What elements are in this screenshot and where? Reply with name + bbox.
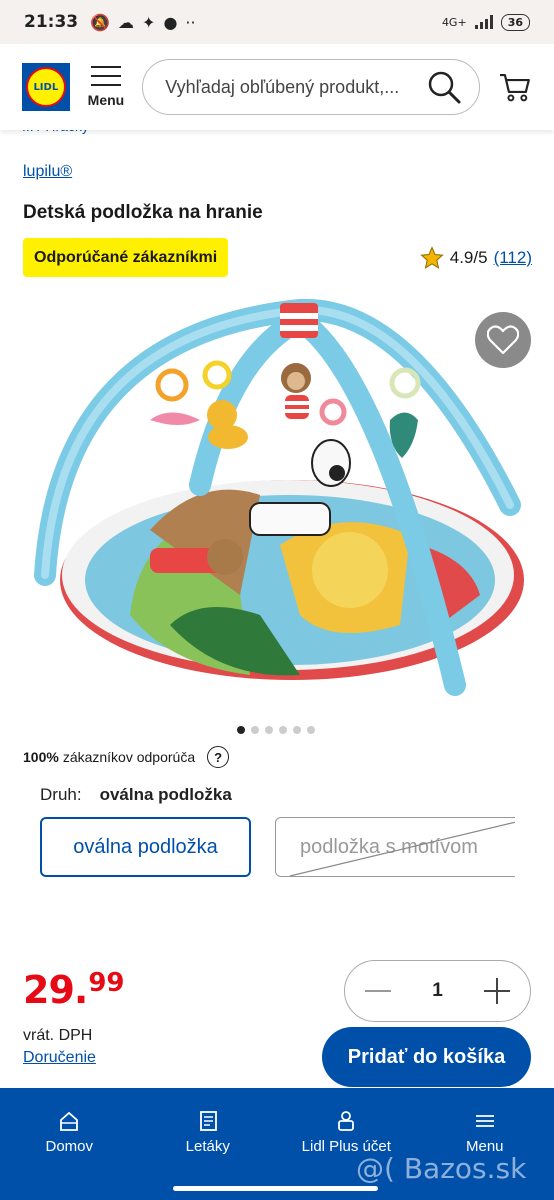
pagination-dot[interactable] [279,726,287,734]
search-placeholder: Vyhľadaj obľúbený produkt,... [165,76,400,97]
help-icon[interactable]: ? [207,746,230,768]
search-icon[interactable] [427,70,461,104]
pagination-dot[interactable] [293,726,301,734]
watermark: @( Bazos.sk [356,1152,527,1185]
variant-label-row: Druh: oválna podložka [40,785,232,805]
image-pagination[interactable] [237,726,315,734]
search-input[interactable]: Vyhľadaj obľúbený produkt,... [142,59,481,115]
weather-icon: ✦ [142,12,156,32]
nav-home-label: Domov [45,1138,93,1155]
add-to-cart-button[interactable]: Pridať do košíka [322,1027,531,1087]
product-image[interactable] [0,295,554,715]
product-title: Detská podložka na hranie [23,202,263,223]
price-main: 29. [23,968,88,1012]
review-count-link[interactable]: (112) [494,248,532,268]
app-header: LIDL Menu Vyhľadaj obľúbený produkt,... [0,44,554,130]
menu-icon [475,1115,494,1127]
rating[interactable]: 4.9/5 (112) [420,246,532,270]
quantity-value[interactable]: 1 [432,980,443,1002]
leaflet-icon [199,1111,217,1131]
network-label: 4G+ [441,15,467,29]
pagination-dot[interactable] [307,726,315,734]
price-cents: 99 [88,968,125,998]
menu-button[interactable]: Menu [87,66,125,108]
quantity-stepper: 1 [344,960,531,1022]
vat-text: vrát. DPH [23,1027,93,1044]
cloud-icon: ☁ [118,12,135,32]
unavailable-strike [289,821,515,876]
variant-option-motif[interactable]: podložka s motívom [275,817,515,877]
lidl-logo[interactable]: LIDL [22,63,70,111]
status-bar: 21:33 🔕 ☁ ✦ ● ·· 4G+ 36 [0,0,554,44]
home-icon [60,1111,79,1131]
variant-value: oválna podložka [99,785,232,804]
mute-icon: 🔕 [90,12,111,32]
nav-leaflets-label: Letáky [185,1138,230,1155]
logo-text: LIDL [25,67,66,107]
plus-icon[interactable] [482,976,512,1006]
planet-icon: ● [163,12,178,32]
pagination-dot[interactable] [237,726,245,734]
recommended-badge: Odporúčané zákazníkmi [23,238,229,277]
hamburger-icon [90,66,121,86]
recommend-percent: 100% [23,749,59,765]
recommend-text: zákazníkov odporúča [62,749,196,765]
home-indicator[interactable] [173,1186,378,1191]
cart-icon[interactable] [498,70,532,104]
battery-icon: 36 [500,13,530,31]
favorite-button[interactable] [475,312,531,368]
status-time: 21:33 [24,12,79,32]
variant-label: Druh: [40,785,82,804]
account-icon [338,1111,355,1131]
signal-icon [474,15,493,29]
variant-option-oval[interactable]: oválna podložka [40,817,251,877]
rating-value: 4.9/5 [449,248,488,267]
menu-label: Menu [87,92,125,108]
pagination-dot[interactable] [251,726,259,734]
price: 29. 99 [23,968,125,1012]
nav-home[interactable]: Domov [0,1088,139,1200]
delivery-link[interactable]: Doručenie [23,1049,96,1067]
star-icon [420,246,444,269]
heart-icon [487,325,519,355]
status-icons: 🔕 ☁ ✦ ● ·· [90,13,195,32]
minus-icon[interactable] [363,976,393,1006]
brand-link[interactable]: lupilu® [23,163,72,181]
nav-leaflets[interactable]: Letáky [139,1088,278,1200]
pagination-dot[interactable] [265,726,273,734]
recommend-row: 100% zákazníkov odporúča ? [23,746,230,768]
more-icon: ·· [185,12,196,32]
